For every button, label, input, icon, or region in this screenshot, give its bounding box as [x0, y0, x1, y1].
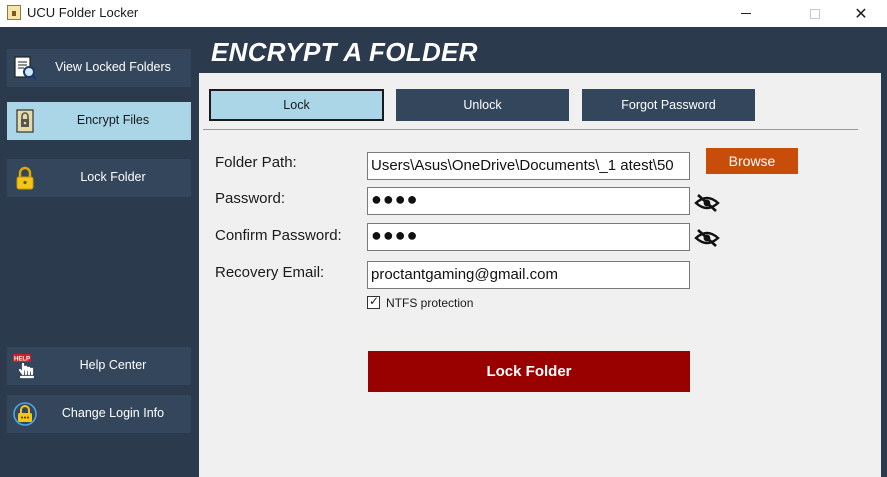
tab-forgot-password[interactable]: Forgot Password: [582, 89, 755, 121]
browse-button[interactable]: Browse: [706, 148, 798, 174]
sidebar-item-label: Lock Folder: [80, 170, 146, 184]
sidebar-item-label: Help Center: [79, 358, 147, 372]
close-icon: ✕: [854, 4, 868, 23]
tab-lock[interactable]: Lock: [209, 89, 384, 121]
document-search-icon: [14, 56, 37, 80]
page-title: ENCRYPT A FOLDER: [211, 37, 478, 67]
ntfs-protection-label: NTFS protection: [386, 296, 474, 310]
minimize-button[interactable]: [723, 0, 769, 27]
app-lock-icon: [7, 5, 21, 20]
page-header: ENCRYPT A FOLDER: [199, 27, 887, 73]
eye-slash-icon[interactable]: [694, 192, 720, 214]
folder-path-label: Folder Path:: [215, 154, 297, 171]
password-input[interactable]: ●●●●: [367, 187, 690, 215]
maximize-button[interactable]: [792, 0, 838, 27]
help-hand-icon: HELP: [13, 354, 35, 379]
sidebar-item-view-locked-folders[interactable]: View Locked Folders: [7, 49, 191, 87]
folder-path-input[interactable]: Users\Asus\OneDrive\Documents\_1 atest\5…: [367, 152, 690, 180]
main-content: Lock Unlock Forgot Password Folder Path:…: [199, 73, 881, 477]
login-lock-icon: [13, 402, 37, 426]
eye-slash-icon[interactable]: [694, 227, 720, 249]
ntfs-protection-checkbox[interactable]: ✓: [367, 294, 380, 309]
svg-text:HELP: HELP: [14, 357, 30, 363]
sidebar-item-lock-folder[interactable]: Lock Folder: [7, 159, 191, 197]
app-window: UCU Folder Locker ✕ View Locked Folders: [0, 0, 887, 477]
encrypted-file-icon: [16, 109, 34, 133]
sidebar-item-label: Encrypt Files: [76, 113, 150, 127]
password-label: Password:: [215, 190, 286, 207]
sidebar-item-label: Change Login Info: [61, 406, 165, 420]
divider: [203, 129, 858, 130]
title-bar: UCU Folder Locker ✕: [0, 0, 887, 27]
sidebar-item-label: View Locked Folders: [55, 60, 171, 74]
sidebar-item-encrypt-files[interactable]: Encrypt Files: [7, 102, 191, 140]
sidebar-item-help-center[interactable]: HELP Help Center: [7, 347, 191, 385]
checkmark-icon: ✓: [369, 294, 380, 308]
confirm-password-label: Confirm Password:: [215, 227, 342, 244]
lock-folder-button[interactable]: Lock Folder: [368, 351, 690, 392]
sidebar-item-change-login-info[interactable]: Change Login Info: [7, 395, 191, 433]
close-button[interactable]: ✕: [838, 0, 884, 27]
minimize-icon: [741, 13, 751, 14]
maximize-icon: [810, 8, 820, 19]
window-title: UCU Folder Locker: [27, 5, 139, 20]
confirm-password-input[interactable]: ●●●●: [367, 223, 690, 251]
recovery-email-label: Recovery Email:: [215, 264, 325, 281]
right-edge-panel: [881, 73, 887, 477]
padlock-icon: [16, 166, 34, 190]
tab-unlock[interactable]: Unlock: [396, 89, 569, 121]
sidebar: View Locked Folders Encrypt Files Lock F…: [0, 27, 199, 477]
recovery-email-input[interactable]: proctantgaming@gmail.com: [367, 261, 690, 289]
